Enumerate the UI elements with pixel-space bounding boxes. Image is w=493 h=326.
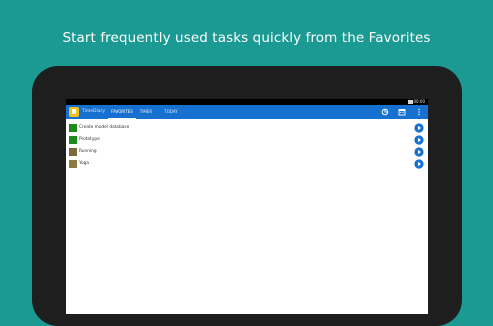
battery-icon [408, 100, 413, 104]
tab-favorites[interactable]: FAVORITES [108, 105, 136, 119]
list-item[interactable]: Running [66, 147, 428, 158]
tab-today-label: TODAY [164, 109, 178, 114]
play-icon[interactable] [414, 159, 424, 169]
tab-favorites-label: FAVORITES [111, 109, 133, 114]
list-item[interactable]: Create model database [66, 123, 428, 134]
promo-headline: Start frequently used tasks quickly from… [62, 30, 431, 46]
refresh-icon[interactable] [381, 108, 389, 116]
play-icon[interactable] [414, 135, 424, 145]
task-label: Running [79, 149, 97, 154]
list-item[interactable]: Yoga [66, 159, 428, 170]
task-color-swatch [69, 160, 77, 168]
app-screen: 00:00 TimeDiary FAVORITES TIMER TODAY Cr… [66, 99, 428, 314]
task-color-swatch [69, 124, 77, 132]
play-icon[interactable] [414, 123, 424, 133]
tab-today[interactable]: TODAY [160, 105, 182, 119]
app-logo-icon [69, 107, 79, 117]
task-color-swatch [69, 148, 77, 156]
tab-timer[interactable]: TIMER [136, 105, 156, 119]
app-title: TimeDiary [82, 109, 105, 114]
play-icon[interactable] [414, 147, 424, 157]
task-label: Yoga [79, 161, 90, 166]
overflow-menu-icon[interactable] [415, 108, 423, 116]
calendar-icon[interactable] [398, 108, 406, 116]
task-label: Create model database [79, 125, 130, 130]
list-item[interactable]: Prototype [66, 135, 428, 146]
task-label: Prototype [79, 137, 100, 142]
task-color-swatch [69, 136, 77, 144]
tab-timer-label: TIMER [139, 109, 153, 114]
app-bar: TimeDiary FAVORITES TIMER TODAY [66, 105, 428, 119]
